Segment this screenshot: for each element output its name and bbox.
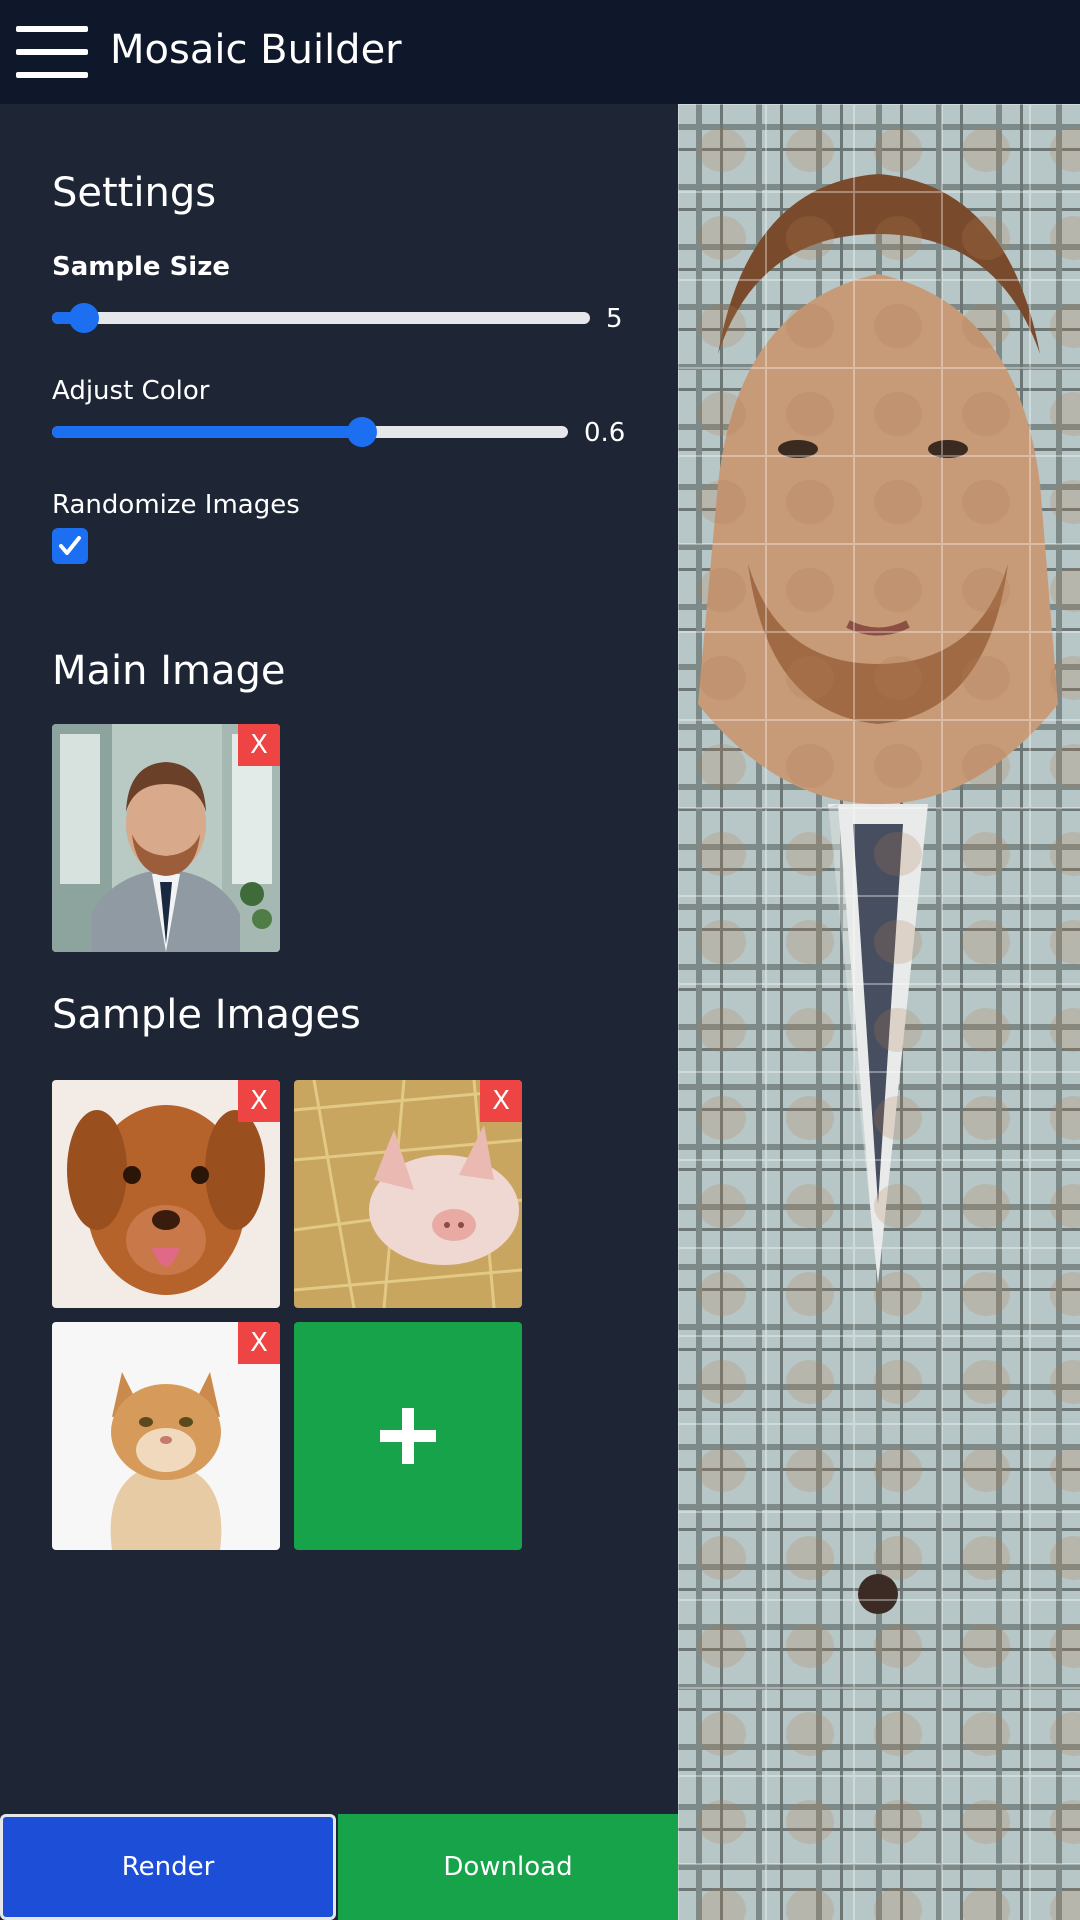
- app-title: Mosaic Builder: [110, 27, 402, 73]
- sample-size-value: 5: [606, 304, 623, 334]
- add-sample-image-button[interactable]: [294, 1322, 522, 1550]
- sample-image-pig: X: [294, 1080, 522, 1308]
- render-button[interactable]: Render: [0, 1814, 336, 1920]
- check-icon: [59, 536, 81, 555]
- top-bar: Mosaic Builder: [0, 0, 1080, 104]
- adjust-color-label: Adjust Color: [52, 376, 210, 406]
- sample-image-dog: X: [52, 1080, 280, 1308]
- adjust-color-thumb[interactable]: [347, 417, 377, 447]
- sample-image-cat: X: [52, 1322, 280, 1550]
- sample-size-thumb[interactable]: [69, 303, 99, 333]
- sample-size-slider[interactable]: [52, 303, 590, 333]
- main-image-heading: Main Image: [52, 648, 286, 694]
- remove-sample-image-button[interactable]: X: [480, 1080, 522, 1122]
- mosaic-preview-image: [678, 104, 1080, 1920]
- remove-main-image-button[interactable]: X: [238, 724, 280, 766]
- settings-sidebar: Settings Sample Size 5 Adjust Color 0.6 …: [0, 104, 678, 1920]
- adjust-color-value: 0.6: [584, 418, 626, 448]
- remove-sample-image-button[interactable]: X: [238, 1080, 280, 1122]
- adjust-color-slider[interactable]: [52, 417, 568, 447]
- remove-sample-image-button[interactable]: X: [238, 1322, 280, 1364]
- sample-size-label: Sample Size: [52, 252, 230, 282]
- main-image-thumbnail: X: [52, 724, 280, 952]
- download-button[interactable]: Download: [338, 1814, 678, 1920]
- hamburger-menu-icon[interactable]: [16, 26, 88, 78]
- adjust-color-fill: [52, 426, 362, 438]
- mosaic-preview: [678, 104, 1080, 1920]
- sample-images-heading: Sample Images: [52, 992, 361, 1038]
- settings-heading: Settings: [52, 170, 217, 216]
- randomize-images-checkbox[interactable]: [52, 528, 88, 564]
- randomize-images-label: Randomize Images: [52, 490, 300, 520]
